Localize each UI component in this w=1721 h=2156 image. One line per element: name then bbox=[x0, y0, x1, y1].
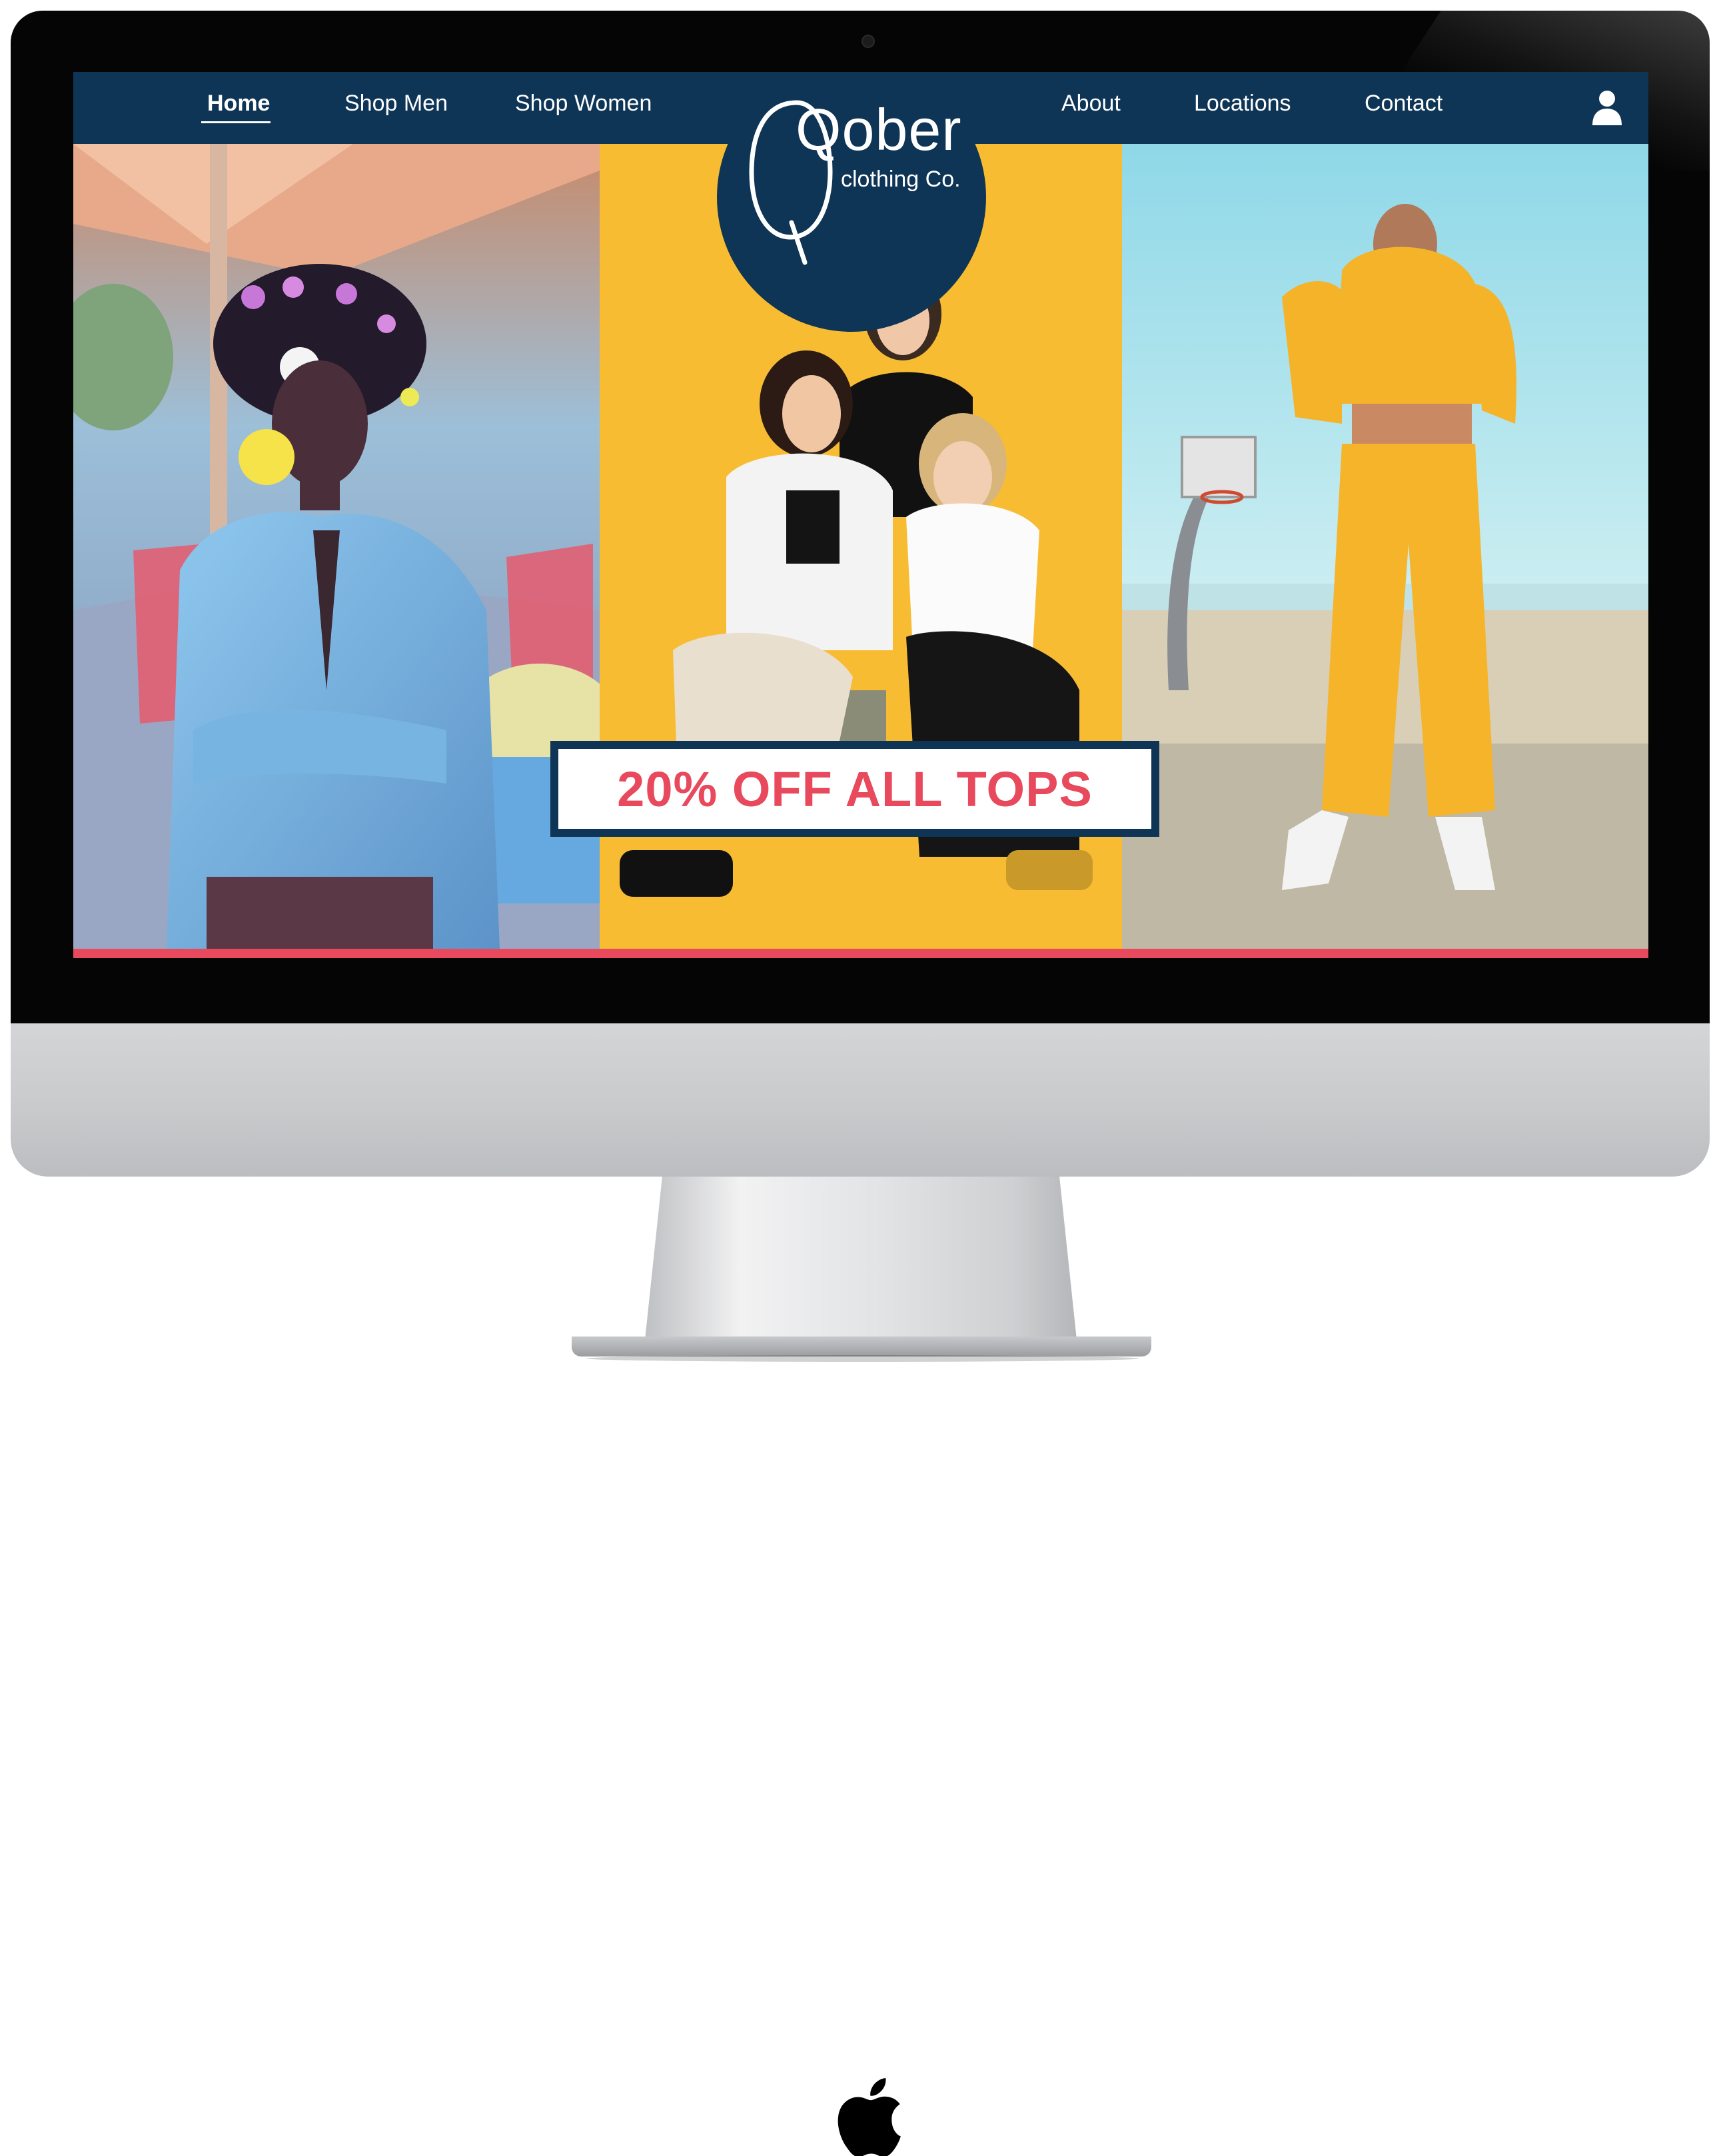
monitor-chin bbox=[11, 1023, 1710, 2156]
photo-tracksuit-model bbox=[1122, 144, 1648, 949]
brand-logo[interactable]: Qober clothing Co. bbox=[717, 72, 986, 332]
logo-tagline: clothing Co. bbox=[841, 167, 961, 192]
accent-bar bbox=[73, 949, 1648, 958]
user-icon[interactable] bbox=[1591, 89, 1623, 125]
nav-shop-women[interactable]: Shop Women bbox=[515, 91, 652, 117]
promo-text: 20% OFF ALL TOPS bbox=[617, 761, 1093, 817]
nav-home[interactable]: Home bbox=[207, 91, 270, 117]
hero-image-denim[interactable] bbox=[73, 144, 600, 949]
photo-denim-model bbox=[73, 144, 600, 949]
monitor-stand-base bbox=[572, 1337, 1151, 1356]
hero-image-tracksuit[interactable] bbox=[1122, 144, 1648, 949]
nav-locations[interactable]: Locations bbox=[1194, 91, 1291, 117]
nav-about[interactable]: About bbox=[1061, 91, 1121, 117]
nav-active-underline bbox=[201, 121, 271, 123]
monitor-stand bbox=[645, 1177, 1077, 1340]
apple-logo-icon bbox=[838, 2078, 901, 2156]
nav-contact[interactable]: Contact bbox=[1365, 91, 1442, 117]
logo-wordmark: Qober bbox=[796, 97, 962, 163]
promo-banner[interactable]: 20% OFF ALL TOPS bbox=[550, 741, 1159, 837]
stand-shadow bbox=[586, 1355, 1139, 1362]
nav-shop-men[interactable]: Shop Men bbox=[344, 91, 448, 117]
camera bbox=[861, 35, 875, 48]
website-screen: Home Shop Men Shop Women About Locations… bbox=[73, 72, 1648, 958]
